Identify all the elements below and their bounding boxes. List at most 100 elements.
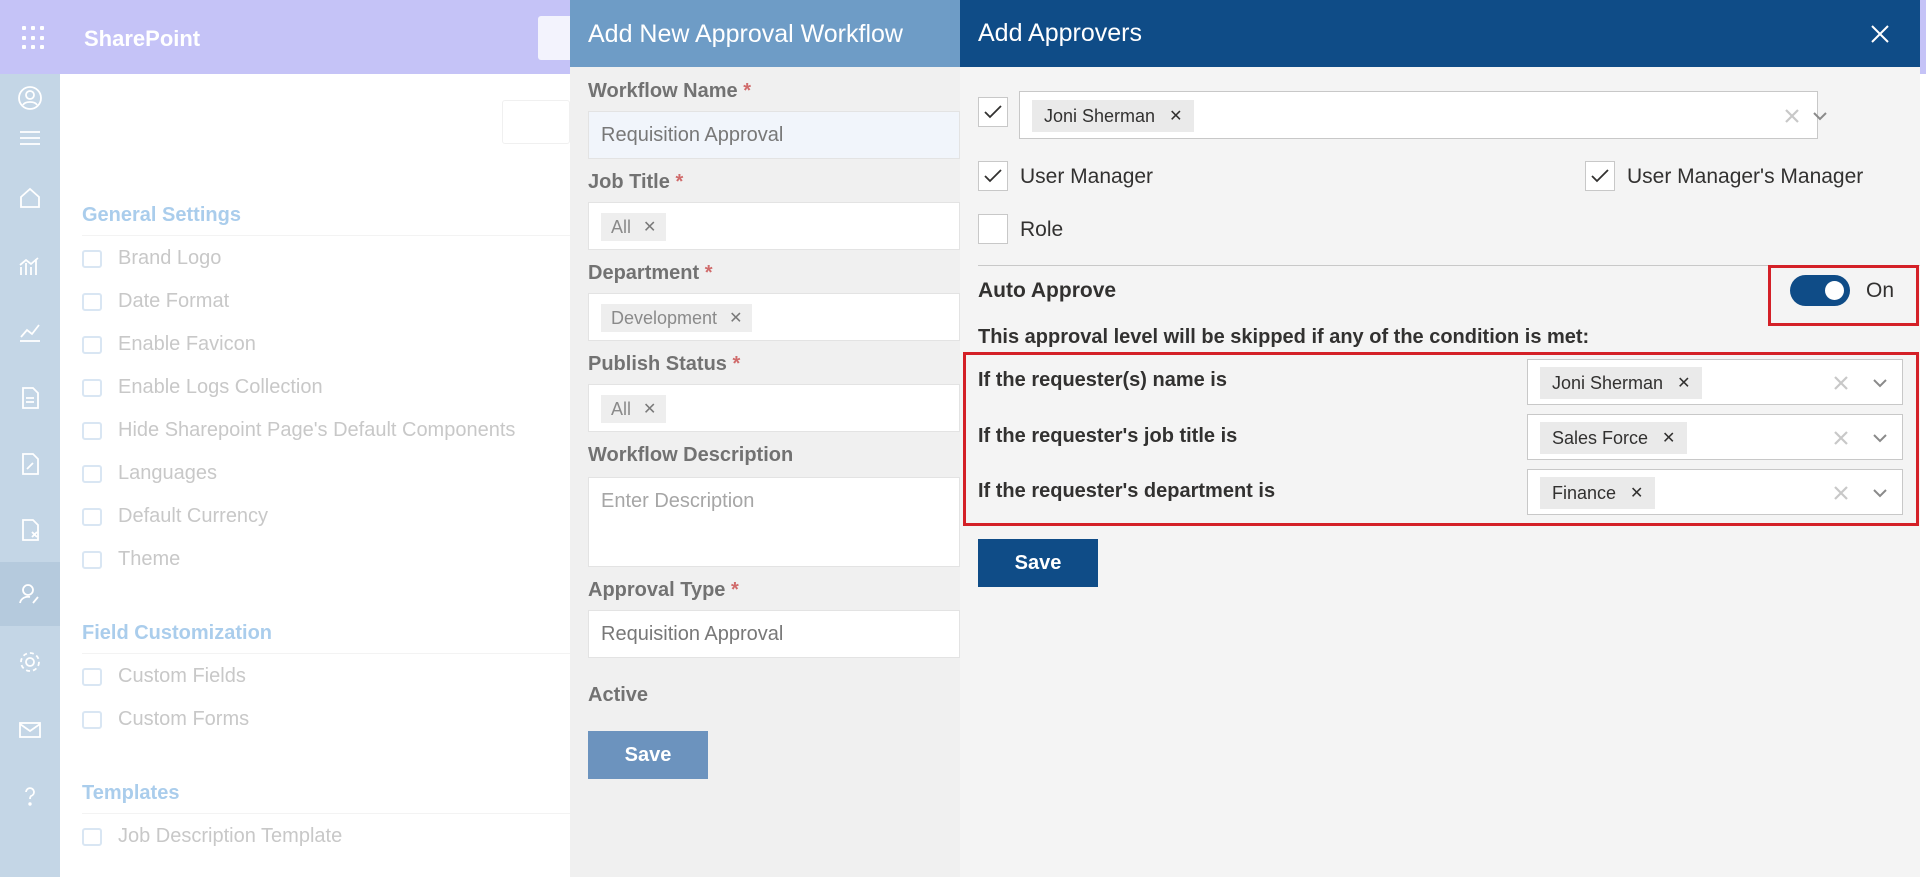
settings-item-theme[interactable]: Theme (82, 548, 180, 571)
condition-department-label: If the requester's department is (978, 480, 1276, 502)
skip-condition-text: This approval level will be skipped if a… (978, 326, 1590, 348)
condition-name-picker[interactable]: Joni Sherman ✕ (1527, 359, 1903, 405)
settings-search[interactable] (502, 100, 570, 144)
document-edit-icon[interactable] (14, 448, 46, 480)
document-icon (82, 827, 102, 846)
settings-item-custom-fields[interactable]: Custom Fields (82, 665, 246, 688)
approval-type-select[interactable]: Requisition Approval (588, 610, 960, 658)
remove-tag-icon[interactable]: ✕ (643, 399, 656, 419)
remove-chip-icon[interactable]: ✕ (1169, 106, 1182, 126)
clear-icon[interactable] (1830, 427, 1852, 449)
chevron-down-icon[interactable] (1869, 427, 1891, 449)
text-field-icon (82, 667, 102, 686)
user-manager-checkbox[interactable] (978, 161, 1008, 191)
condition-job-title-label: If the requester's job title is (978, 425, 1238, 447)
chevron-down-icon[interactable] (1869, 372, 1891, 394)
gear-icon[interactable] (14, 646, 46, 678)
workflow-description-label: Workflow Description (588, 444, 794, 466)
section-divider (82, 235, 570, 236)
checkmark-icon (984, 169, 1002, 183)
condition-department-picker[interactable]: Finance ✕ (1527, 469, 1903, 515)
user-manager-label: User Manager (1020, 165, 1154, 188)
job-title-label: Job Title * (588, 171, 684, 193)
grid-icon (82, 378, 102, 397)
remove-chip-icon[interactable]: ✕ (1630, 483, 1643, 503)
job-title-picker[interactable]: All ✕ (588, 202, 960, 250)
toggle-highlight-box (1768, 265, 1919, 326)
calendar-icon (82, 292, 102, 311)
settings-item-date-format[interactable]: Date Format (82, 290, 229, 313)
auto-approve-label: Auto Approve (978, 279, 1117, 302)
workflow-panel-header: Add New Approval Workflow (570, 0, 960, 67)
section-divider (82, 813, 570, 814)
workflow-name-label: Workflow Name * (588, 80, 752, 102)
settings-icon (82, 249, 102, 268)
clear-icon[interactable] (1830, 372, 1852, 394)
job-title-tag: All ✕ (601, 213, 667, 241)
home-icon[interactable] (14, 182, 46, 214)
settings-item-languages[interactable]: Languages (82, 462, 217, 485)
add-workflow-panel: Add New Approval Workflow Workflow Name … (570, 0, 960, 877)
user-managers-manager-checkbox[interactable] (1585, 161, 1615, 191)
user-settings-icon[interactable] (0, 562, 60, 626)
remove-tag-icon[interactable]: ✕ (729, 308, 742, 328)
remove-chip-icon[interactable]: ✕ (1662, 428, 1675, 448)
analytics-icon[interactable] (14, 250, 46, 282)
settings-item-brand-logo[interactable]: Brand Logo (82, 247, 221, 270)
remove-chip-icon[interactable]: ✕ (1677, 373, 1690, 393)
approvers-panel-title: Add Approvers (978, 19, 1142, 47)
line-chart-icon[interactable] (14, 316, 46, 348)
app-launcher-icon[interactable] (22, 26, 46, 50)
condition-name-label: If the requester(s) name is (978, 369, 1227, 391)
mail-icon[interactable] (14, 714, 46, 746)
settings-item-hide-components[interactable]: Hide Sharepoint Page's Default Component… (82, 419, 515, 442)
approvers-panel-header: Add Approvers (960, 0, 1920, 67)
publish-status-label: Publish Status * (588, 353, 741, 375)
section-field-customization: Field Customization (82, 622, 272, 644)
approver-people-picker[interactable]: Joni Sherman ✕ (1019, 91, 1827, 139)
approver-checkbox[interactable] (978, 97, 1008, 127)
role-checkbox[interactable] (978, 214, 1008, 244)
department-label: Department * (588, 262, 713, 284)
workflow-panel-title: Add New Approval Workflow (588, 20, 903, 48)
palette-icon (82, 550, 102, 569)
condition-job-title-picker[interactable]: Sales Force ✕ (1527, 414, 1903, 460)
document-icon[interactable] (14, 382, 46, 414)
remove-tag-icon[interactable]: ✕ (643, 217, 656, 237)
department-picker[interactable]: Development ✕ (588, 293, 960, 341)
settings-item-custom-forms[interactable]: Custom Forms (82, 708, 249, 731)
settings-item-enable-favicon[interactable]: Enable Favicon (82, 333, 256, 356)
user-icon[interactable] (14, 82, 46, 114)
left-nav-rail (0, 74, 60, 877)
active-label: Active (588, 684, 649, 706)
department-tag: Development ✕ (601, 304, 753, 332)
language-icon (82, 464, 102, 483)
condition-department-chip: Finance ✕ (1540, 477, 1656, 509)
clear-icon[interactable] (1830, 482, 1852, 504)
document-cancel-icon[interactable] (14, 514, 46, 546)
form-icon (82, 710, 102, 729)
condition-job-title-chip: Sales Force ✕ (1540, 422, 1688, 454)
clear-icon[interactable] (1781, 105, 1803, 127)
settings-item-enable-logs[interactable]: Enable Logs Collection (82, 376, 323, 399)
approver-chip: Joni Sherman ✕ (1032, 100, 1195, 132)
window-icon (82, 421, 102, 440)
workflow-description-input[interactable]: Enter Description (588, 477, 960, 567)
publish-status-picker[interactable]: All ✕ (588, 384, 960, 432)
close-icon[interactable] (1866, 20, 1894, 48)
section-divider (82, 653, 570, 654)
chevron-down-icon[interactable] (1809, 105, 1831, 127)
approval-type-label: Approval Type * (588, 579, 739, 601)
approvers-save-button[interactable]: Save (978, 539, 1098, 587)
settings-item-job-description-template[interactable]: Job Description Template (82, 825, 342, 848)
app-name: SharePoint (84, 26, 201, 51)
user-managers-manager-label: User Manager's Manager (1627, 165, 1864, 188)
help-icon[interactable] (14, 780, 46, 812)
settings-item-default-currency[interactable]: Default Currency (82, 505, 268, 528)
checkmark-icon (984, 105, 1002, 119)
currency-icon (82, 507, 102, 526)
chevron-down-icon[interactable] (1869, 482, 1891, 504)
workflow-name-input[interactable]: Requisition Approval (588, 111, 960, 159)
menu-icon[interactable] (14, 122, 46, 154)
workflow-save-button[interactable]: Save (588, 731, 708, 779)
